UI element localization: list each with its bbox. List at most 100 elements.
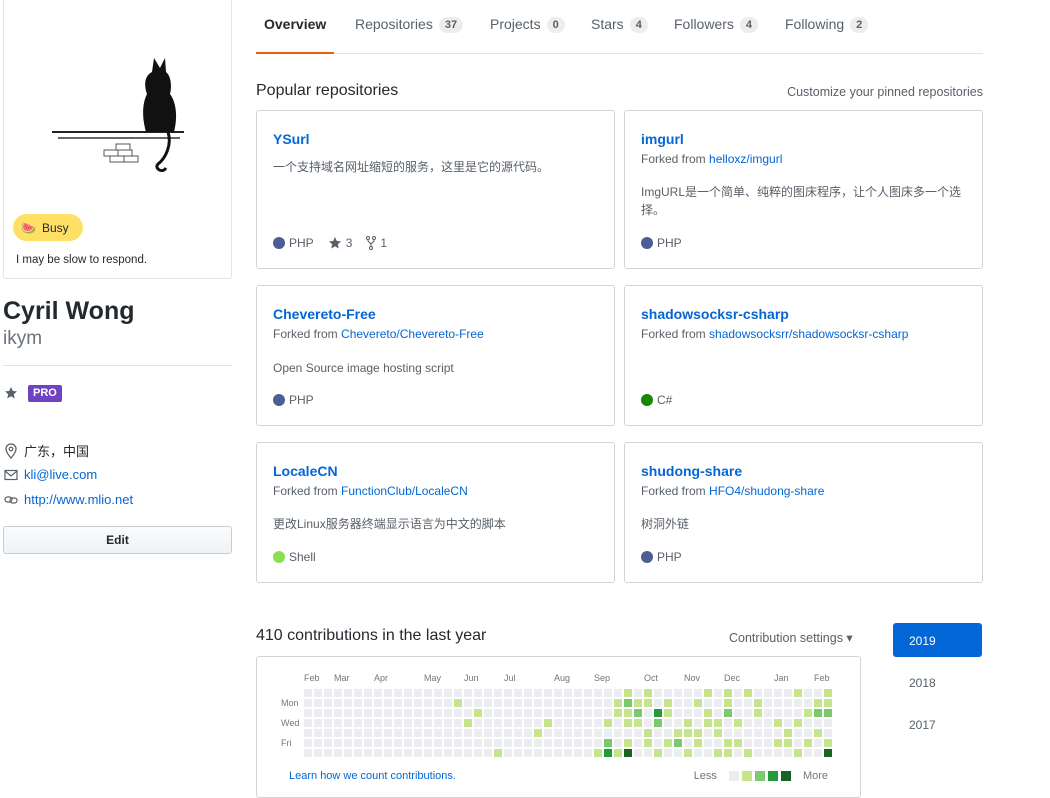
contribution-day-cell[interactable] [364,709,372,717]
contribution-day-cell[interactable] [784,729,792,737]
contribution-day-cell[interactable] [514,709,522,717]
contribution-day-cell[interactable] [424,699,432,707]
contribution-day-cell[interactable] [554,729,562,737]
contribution-day-cell[interactable] [364,749,372,757]
contribution-day-cell[interactable] [564,689,572,697]
contribution-day-cell[interactable] [684,709,692,717]
contribution-day-cell[interactable] [774,749,782,757]
contribution-day-cell[interactable] [674,689,682,697]
contribution-day-cell[interactable] [734,719,742,727]
contribution-day-cell[interactable] [714,719,722,727]
contribution-day-cell[interactable] [374,729,382,737]
contribution-day-cell[interactable] [464,739,472,747]
contribution-day-cell[interactable] [554,739,562,747]
contribution-day-cell[interactable] [824,739,832,747]
contribution-day-cell[interactable] [394,719,402,727]
contribution-day-cell[interactable] [324,729,332,737]
contribution-day-cell[interactable] [594,709,602,717]
learn-contributions-link[interactable]: Learn how we count contributions. [289,770,456,782]
contribution-day-cell[interactable] [554,749,562,757]
contribution-day-cell[interactable] [794,749,802,757]
contribution-day-cell[interactable] [494,699,502,707]
contribution-day-cell[interactable] [664,709,672,717]
contribution-day-cell[interactable] [714,739,722,747]
contribution-day-cell[interactable] [524,709,532,717]
contribution-day-cell[interactable] [624,719,632,727]
contribution-day-cell[interactable] [564,699,572,707]
contribution-day-cell[interactable] [654,729,662,737]
contribution-day-cell[interactable] [464,709,472,717]
contribution-day-cell[interactable] [764,749,772,757]
contribution-day-cell[interactable] [714,689,722,697]
tab-following[interactable]: Following 2 [777,16,876,54]
contribution-day-cell[interactable] [654,739,662,747]
contribution-day-cell[interactable] [504,719,512,727]
contribution-day-cell[interactable] [804,699,812,707]
contribution-day-cell[interactable] [434,739,442,747]
contribution-day-cell[interactable] [364,689,372,697]
contribution-day-cell[interactable] [444,749,452,757]
contribution-day-cell[interactable] [584,729,592,737]
contribution-day-cell[interactable] [434,699,442,707]
contribution-day-cell[interactable] [634,709,642,717]
contribution-day-cell[interactable] [454,729,462,737]
contribution-day-cell[interactable] [614,729,622,737]
contribution-day-cell[interactable] [784,699,792,707]
contribution-day-cell[interactable] [424,749,432,757]
contribution-day-cell[interactable] [774,729,782,737]
contribution-day-cell[interactable] [814,709,822,717]
contribution-day-cell[interactable] [394,739,402,747]
contribution-day-cell[interactable] [484,689,492,697]
contribution-day-cell[interactable] [664,719,672,727]
contribution-day-cell[interactable] [824,709,832,717]
tab-projects[interactable]: Projects 0 [482,16,573,54]
contribution-day-cell[interactable] [514,739,522,747]
contribution-day-cell[interactable] [684,739,692,747]
contribution-day-cell[interactable] [324,699,332,707]
contribution-day-cell[interactable] [624,749,632,757]
contribution-day-cell[interactable] [464,689,472,697]
contribution-day-cell[interactable] [594,749,602,757]
contribution-day-cell[interactable] [754,749,762,757]
contribution-day-cell[interactable] [784,719,792,727]
contribution-day-cell[interactable] [634,739,642,747]
contribution-day-cell[interactable] [814,729,822,737]
contribution-day-cell[interactable] [444,729,452,737]
contribution-day-cell[interactable] [744,699,752,707]
contribution-day-cell[interactable] [414,709,422,717]
contribution-day-cell[interactable] [774,689,782,697]
contribution-day-cell[interactable] [324,739,332,747]
contribution-day-cell[interactable] [704,739,712,747]
contribution-day-cell[interactable] [374,709,382,717]
contribution-day-cell[interactable] [524,739,532,747]
contribution-day-cell[interactable] [334,739,342,747]
contribution-day-cell[interactable] [554,719,562,727]
contribution-day-cell[interactable] [644,709,652,717]
contribution-day-cell[interactable] [784,749,792,757]
contribution-day-cell[interactable] [354,739,362,747]
contribution-day-cell[interactable] [474,689,482,697]
contribution-day-cell[interactable] [344,719,352,727]
contribution-day-cell[interactable] [334,749,342,757]
contribution-day-cell[interactable] [364,739,372,747]
contribution-day-cell[interactable] [394,749,402,757]
contribution-day-cell[interactable] [344,699,352,707]
contribution-day-cell[interactable] [464,729,472,737]
contribution-day-cell[interactable] [734,739,742,747]
contribution-day-cell[interactable] [524,749,532,757]
repo-name-link[interactable]: shadowsocksr-csharp [641,306,789,322]
contribution-day-cell[interactable] [534,739,542,747]
contribution-day-cell[interactable] [344,739,352,747]
contribution-day-cell[interactable] [404,709,412,717]
contribution-day-cell[interactable] [474,729,482,737]
contribution-day-cell[interactable] [334,729,342,737]
contribution-day-cell[interactable] [394,729,402,737]
contribution-day-cell[interactable] [824,719,832,727]
contribution-day-cell[interactable] [644,689,652,697]
contribution-day-cell[interactable] [794,729,802,737]
contribution-day-cell[interactable] [354,719,362,727]
repo-name-link[interactable]: YSurl [273,131,310,147]
contribution-day-cell[interactable] [424,719,432,727]
contribution-day-cell[interactable] [504,729,512,737]
contribution-day-cell[interactable] [534,709,542,717]
